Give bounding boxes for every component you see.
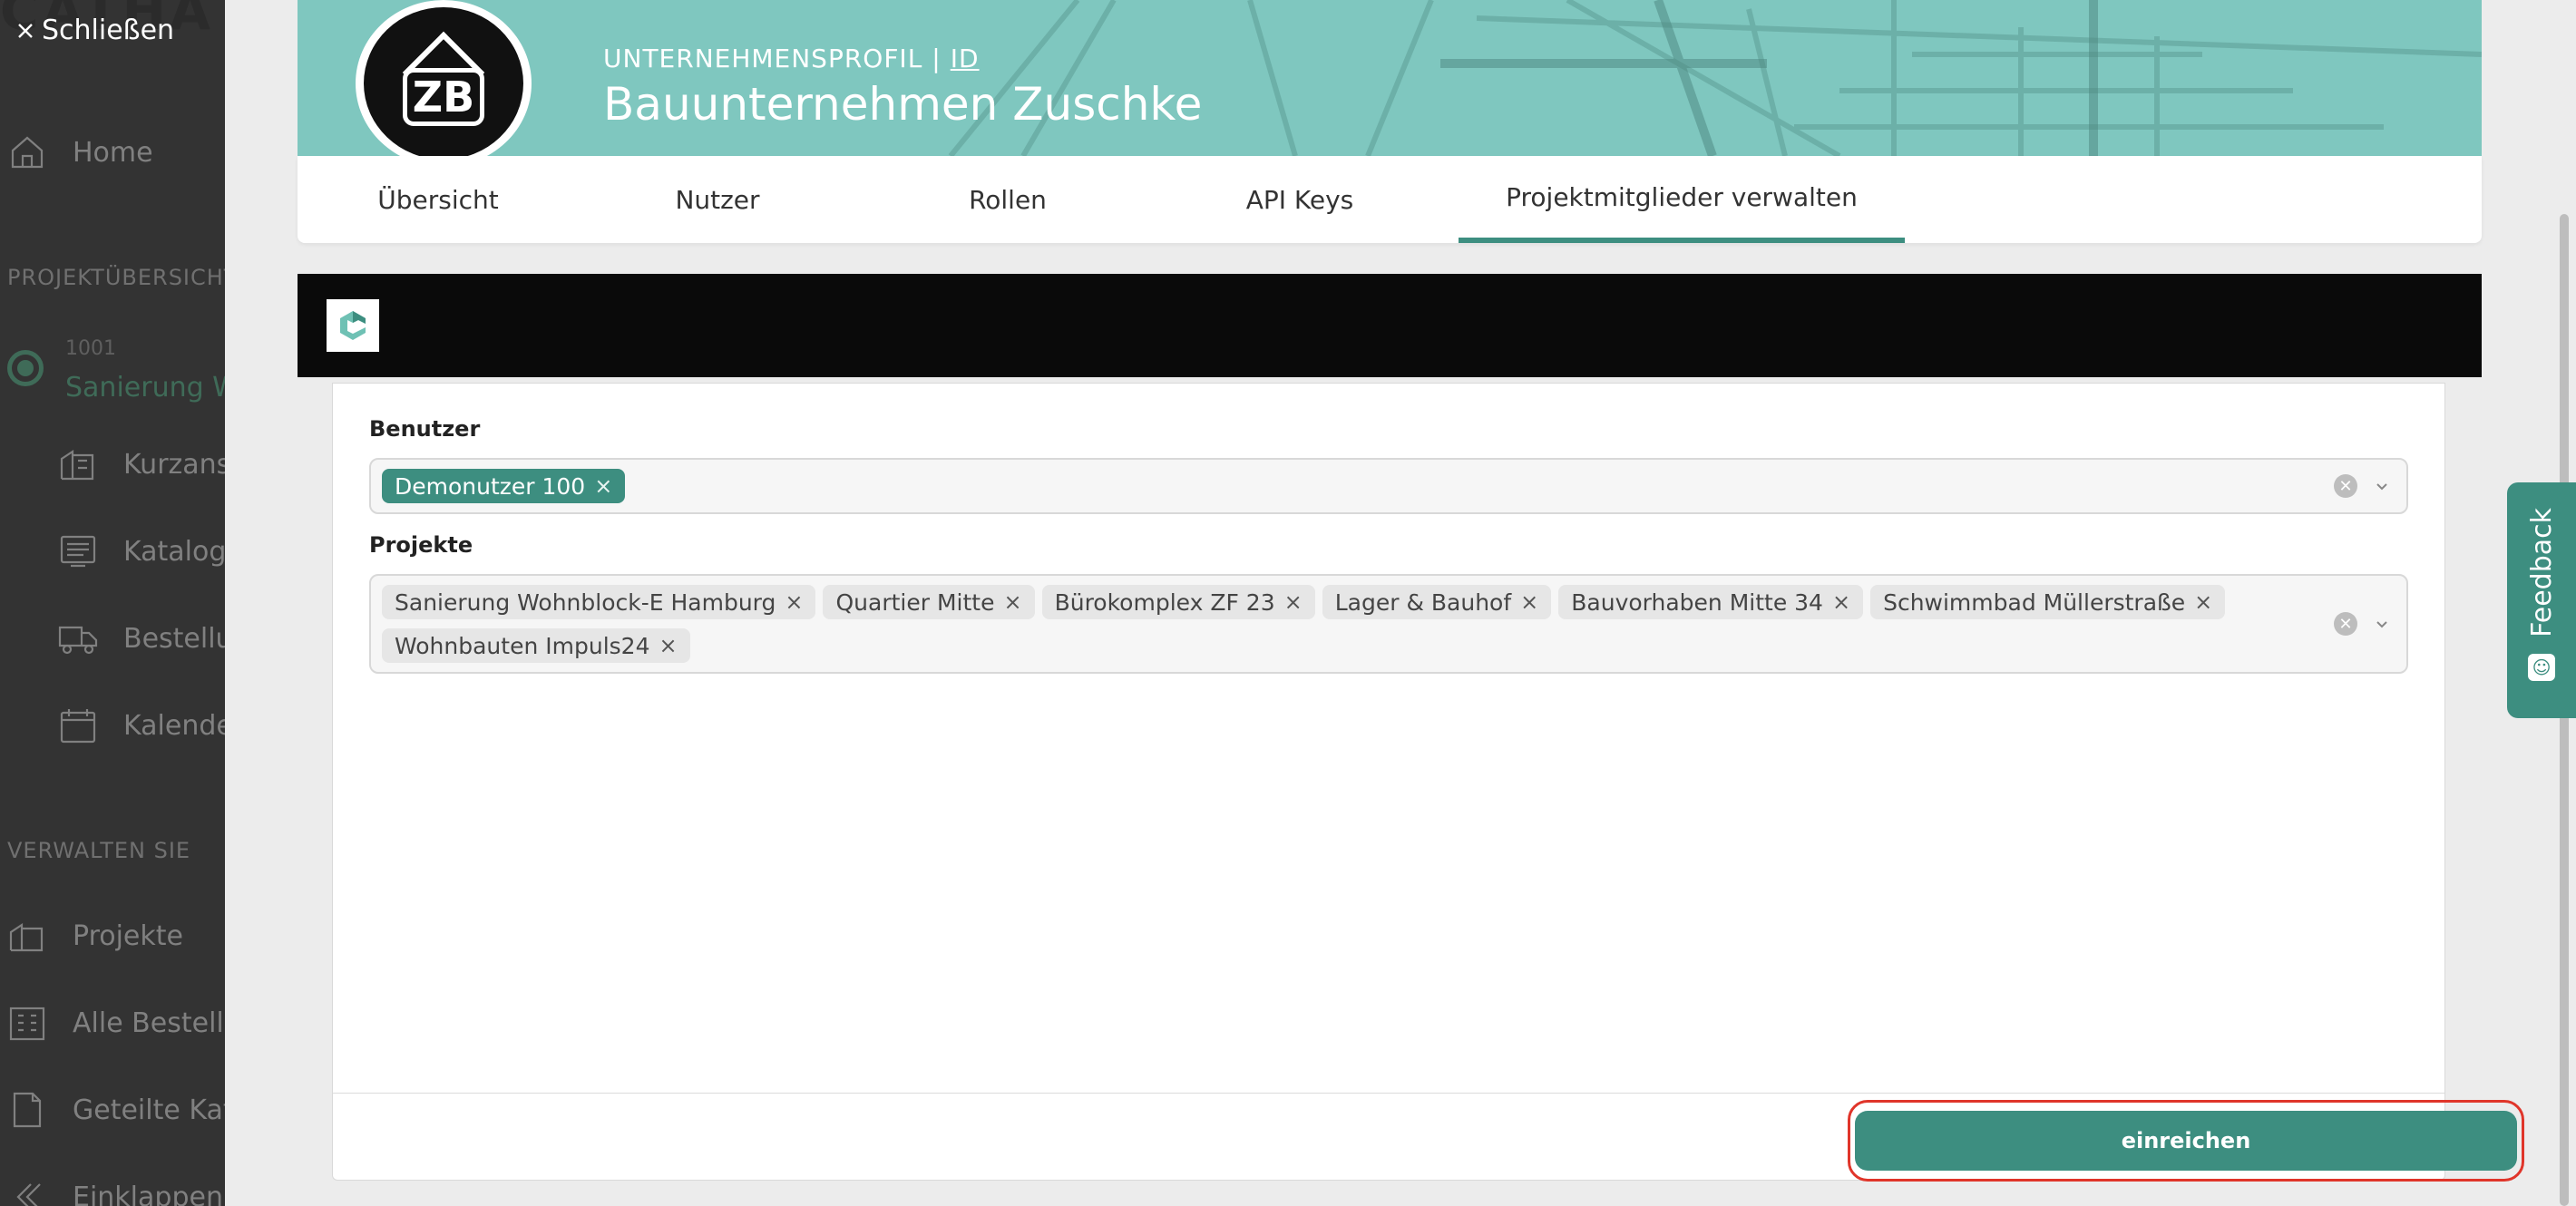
tab-api-keys[interactable]: API Keys bbox=[1195, 156, 1404, 243]
sidebar-item-kalender[interactable]: Kalender bbox=[58, 705, 225, 745]
company-avatar: ZB bbox=[356, 0, 532, 156]
sidebar-item-katalog[interactable]: Katalog bbox=[58, 531, 225, 571]
project-chip-label: Schwimmbad Müllerstraße bbox=[1883, 588, 2186, 616]
sidebar-item-projekte[interactable]: Projekte bbox=[7, 916, 183, 956]
kicker-separator: | bbox=[932, 44, 942, 73]
close-label: Schließen bbox=[42, 15, 175, 46]
projects-select-controls: ✕ bbox=[2334, 612, 2392, 636]
chip-remove-icon[interactable]: × bbox=[594, 475, 612, 497]
project-chip-label: Wohnbauten Impuls24 bbox=[395, 632, 650, 659]
users-label: Benutzer bbox=[369, 416, 481, 442]
project-status-icon bbox=[7, 350, 44, 386]
document-icon bbox=[13, 1092, 42, 1128]
chip-remove-icon[interactable]: × bbox=[1284, 591, 1303, 613]
sidebar-item-label: Kurzansicht bbox=[123, 448, 225, 481]
sidebar: CATHA Schließen Home PROJEKTÜBERSICHT 10… bbox=[0, 0, 225, 1206]
project-chip: Sanierung Wohnblock-E Hamburg × bbox=[382, 585, 816, 619]
clear-icon[interactable]: ✕ bbox=[2334, 612, 2357, 636]
project-chip: Bürokomplex ZF 23 × bbox=[1041, 585, 1315, 619]
orders-icon bbox=[9, 1007, 45, 1041]
tab-nutzer[interactable]: Nutzer bbox=[613, 156, 822, 243]
users-select-controls: ✕ bbox=[2334, 474, 2392, 498]
user-chip-label: Demonutzer 100 bbox=[395, 472, 586, 500]
projects-label: Projekte bbox=[369, 532, 473, 558]
id-link[interactable]: ID bbox=[951, 44, 980, 73]
sidebar-item-label: Kalender bbox=[123, 709, 225, 742]
company-logo: ZB bbox=[364, 7, 523, 156]
chip-remove-icon[interactable]: × bbox=[2194, 591, 2212, 613]
building-icon bbox=[60, 449, 94, 481]
project-chip-label: Sanierung Wohnblock-E Hamburg bbox=[395, 588, 776, 616]
chip-remove-icon[interactable]: × bbox=[785, 591, 803, 613]
sidebar-item-kurzansicht[interactable]: Kurzansicht bbox=[58, 444, 225, 484]
sidebar-item-geteilte-kataloge[interactable]: Geteilte Kataloge bbox=[7, 1090, 225, 1130]
embedded-app-header bbox=[298, 274, 2482, 377]
profile-tabs: Übersicht Nutzer Rollen API Keys Projekt… bbox=[298, 156, 2482, 243]
clear-icon[interactable]: ✕ bbox=[2334, 474, 2357, 498]
profile-header: ZB UNTERNEHMENSPROFIL | ID Bauunternehmen … bbox=[298, 0, 2482, 156]
chip-remove-icon[interactable]: × bbox=[1003, 591, 1021, 613]
project-chip: Bauvorhaben Mitte 34 × bbox=[1558, 585, 1864, 619]
sidebar-item-einklappen[interactable]: Einklappen bbox=[7, 1177, 223, 1206]
sidebar-item-label: Einklappen bbox=[73, 1181, 223, 1206]
users-select[interactable]: Demonutzer 100 × ✕ bbox=[369, 458, 2408, 514]
section-heading-projects: PROJEKTÜBERSICHT bbox=[7, 265, 225, 290]
project-chip-label: Quartier Mitte bbox=[835, 588, 995, 616]
sidebar-item-label: Geteilte Kataloge bbox=[73, 1094, 225, 1126]
sidebar-item-home[interactable]: Home bbox=[7, 132, 153, 172]
section-heading-manage: VERWALTEN SIE bbox=[7, 838, 191, 863]
c-logo-icon bbox=[340, 311, 366, 340]
truck-icon bbox=[58, 626, 98, 655]
tab-projektmitglieder[interactable]: Projektmitglieder verwalten bbox=[1459, 156, 1905, 243]
user-chip: Demonutzer 100 × bbox=[382, 469, 626, 503]
chevron-down-icon[interactable] bbox=[2372, 614, 2392, 634]
sidebar-item-bestellungen[interactable]: Bestellungen bbox=[58, 618, 225, 658]
projects-icon bbox=[9, 922, 44, 952]
app-root: CATHA Schließen Home PROJEKTÜBERSICHT 10… bbox=[0, 0, 2576, 1206]
header-kicker: UNTERNEHMENSPROFIL | ID bbox=[603, 44, 980, 73]
projects-select[interactable]: Sanierung Wohnblock-E Hamburg × Quartier M… bbox=[369, 574, 2408, 674]
project-chip-label: Lager & Bauhof bbox=[1334, 588, 1512, 616]
collapse-icon bbox=[16, 1183, 41, 1206]
chip-remove-icon[interactable]: × bbox=[659, 635, 677, 656]
chip-remove-icon[interactable]: × bbox=[1520, 591, 1538, 613]
close-button[interactable]: Schließen bbox=[16, 15, 174, 46]
feedback-button[interactable]: Feedback ☺ bbox=[2507, 482, 2576, 718]
company-profile-panel: ZB UNTERNEHMENSPROFIL | ID Bauunternehmen … bbox=[225, 0, 2576, 1206]
tab-rollen[interactable]: Rollen bbox=[903, 156, 1112, 243]
close-icon bbox=[18, 23, 33, 38]
project-chip: Lager & Bauhof × bbox=[1322, 585, 1552, 619]
project-chip-label: Bauvorhaben Mitte 34 bbox=[1571, 588, 1823, 616]
catalog-icon bbox=[60, 535, 96, 568]
sidebar-item-alle-bestellungen[interactable]: Alle Bestellungen bbox=[7, 1003, 225, 1043]
project-chip: Wohnbauten Impuls24 × bbox=[382, 628, 690, 663]
submit-highlight: einreichen bbox=[1848, 1100, 2524, 1182]
feedback-label: Feedback bbox=[2525, 508, 2558, 637]
smiley-icon: ☺ bbox=[2528, 653, 2555, 681]
sidebar-item-project[interactable]: Sanierung Wohnblock-E Hamburg bbox=[65, 372, 225, 404]
app-logo-icon bbox=[327, 299, 379, 352]
home-icon bbox=[11, 136, 44, 169]
sidebar-item-label: Home bbox=[73, 136, 153, 169]
project-chip: Schwimmbad Müllerstraße × bbox=[1870, 585, 2226, 619]
tab-uebersicht[interactable]: Übersicht bbox=[334, 156, 542, 243]
kicker-label: UNTERNEHMENSPROFIL bbox=[603, 44, 923, 73]
chip-remove-icon[interactable]: × bbox=[1832, 591, 1850, 613]
calendar-icon bbox=[60, 709, 96, 744]
form-footer-divider bbox=[333, 1093, 2444, 1094]
project-chip: Quartier Mitte × bbox=[823, 585, 1035, 619]
submit-button[interactable]: einreichen bbox=[1855, 1111, 2517, 1171]
project-members-form: Benutzer Demonutzer 100 × ✕ Projekte San… bbox=[332, 383, 2524, 1182]
company-name: Bauunternehmen Zuschke bbox=[603, 78, 1203, 131]
project-number: 1001 bbox=[65, 337, 116, 360]
chevron-down-icon[interactable] bbox=[2372, 476, 2392, 496]
sidebar-item-label: Alle Bestellungen bbox=[73, 1007, 225, 1039]
sidebar-item-label: Projekte bbox=[73, 919, 183, 952]
sidebar-item-label: Bestellungen bbox=[123, 622, 225, 655]
sidebar-item-label: Katalog bbox=[123, 535, 225, 568]
project-chip-label: Bürokomplex ZF 23 bbox=[1054, 588, 1275, 616]
